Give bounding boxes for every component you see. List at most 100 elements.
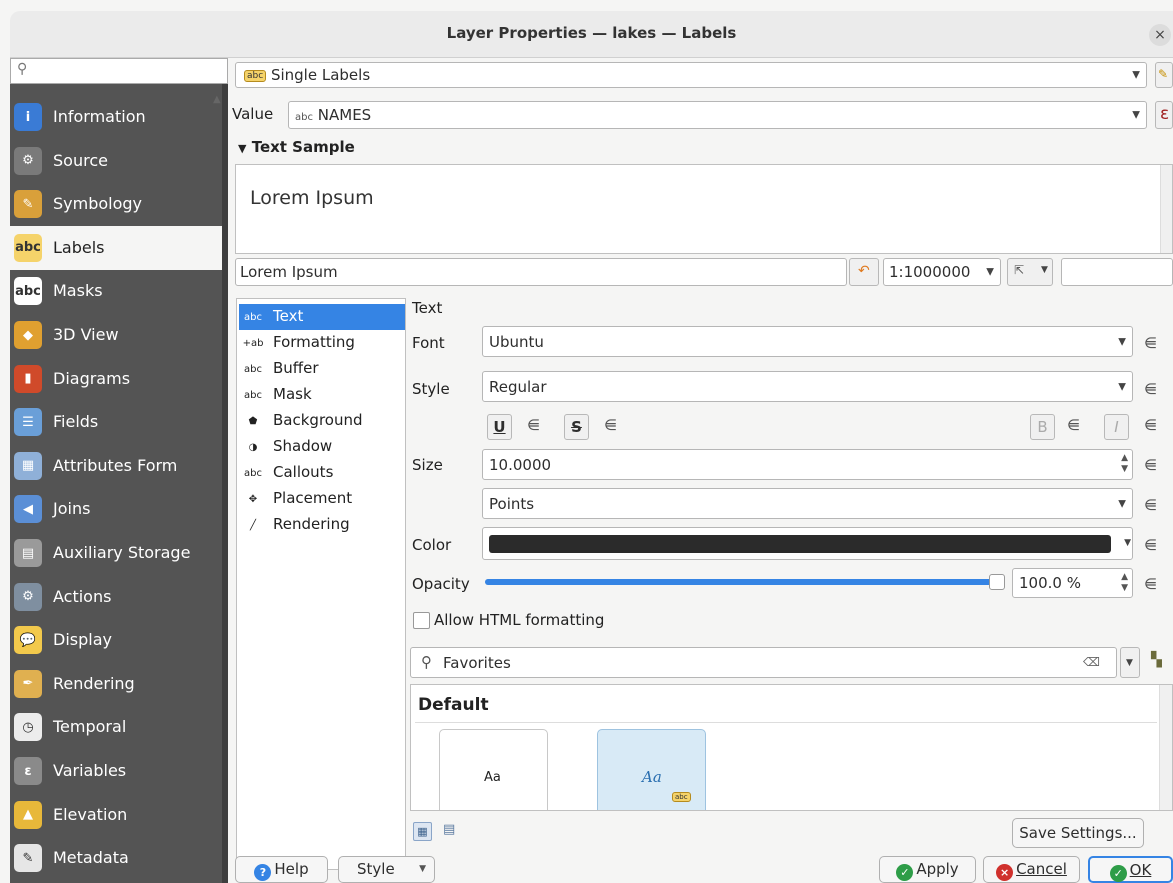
sidebar-item-actions[interactable]: ⚙ Actions bbox=[10, 575, 222, 619]
save-settings-button[interactable]: Save Settings... bbox=[1012, 818, 1144, 848]
text-section-title: Text bbox=[412, 299, 443, 317]
tree-item-formatting[interactable]: +ab Formatting bbox=[239, 330, 405, 356]
tree-item-rendering[interactable]: ╱ Rendering bbox=[239, 512, 405, 538]
style-manager-icon[interactable]: ▚ bbox=[1151, 652, 1162, 668]
ok-button[interactable]: ✓ OK bbox=[1088, 856, 1173, 883]
data-defined-override-icon[interactable]: ⋹ bbox=[1144, 496, 1157, 514]
apply-button[interactable]: ✓ Apply bbox=[879, 856, 976, 883]
epsilon-icon: ε bbox=[1160, 104, 1170, 124]
expression-button[interactable]: ε bbox=[1155, 101, 1173, 129]
check-icon: ✓ bbox=[896, 864, 914, 881]
labels-mode-combo[interactable]: abc Single Labels ▼ bbox=[235, 62, 1147, 88]
data-defined-override-icon[interactable]: ⋹ bbox=[1144, 575, 1157, 593]
font-combo[interactable]: Ubuntu ▼ bbox=[482, 326, 1133, 357]
spin-arrows-icon[interactable]: ▲ ▼ bbox=[1121, 572, 1128, 594]
bold-button[interactable]: B bbox=[1030, 414, 1055, 440]
sidebar-item-metadata[interactable]: ✎ Metadata bbox=[10, 836, 222, 880]
cancel-button[interactable]: × Cancel bbox=[983, 856, 1080, 883]
opacity-slider-handle[interactable] bbox=[989, 574, 1005, 590]
italic-button[interactable]: I bbox=[1104, 414, 1129, 440]
close-icon[interactable]: × bbox=[1149, 24, 1171, 46]
data-defined-override-icon[interactable]: ⋹ bbox=[1144, 416, 1157, 434]
chevron-down-icon: ▼ bbox=[986, 266, 994, 278]
sidebar-item-display[interactable]: 💬 Display bbox=[10, 618, 222, 662]
underline-button[interactable]: U bbox=[487, 414, 512, 440]
tree-item-mask[interactable]: abc Mask bbox=[239, 382, 405, 408]
sidebar-item-symbology[interactable]: ✎ Symbology bbox=[10, 182, 222, 226]
sidebar-item-joins[interactable]: ◀ Joins bbox=[10, 487, 222, 531]
sidebar-item-rendering[interactable]: ✒ Rendering bbox=[10, 662, 222, 706]
allow-html-checkbox[interactable] bbox=[413, 612, 430, 629]
style-search-input[interactable]: ⚲ Favorites ⌫ bbox=[410, 647, 1117, 678]
color-button[interactable]: ▼ bbox=[482, 527, 1133, 560]
sidebar-item-source[interactable]: ⚙ Source bbox=[10, 139, 222, 183]
sidebar-item-fields[interactable]: ☰ Fields bbox=[10, 400, 222, 444]
background-color-combo[interactable] bbox=[1061, 258, 1173, 286]
data-defined-override-icon[interactable]: ⋹ bbox=[527, 416, 540, 434]
sample-text-input[interactable]: Lorem Ipsum bbox=[235, 258, 847, 286]
sidebar-item-temporal[interactable]: ◷ Temporal bbox=[10, 705, 222, 749]
preview-text: Lorem Ipsum bbox=[250, 187, 374, 209]
tree-item-buffer[interactable]: abc Buffer bbox=[239, 356, 405, 382]
sidebar-search-input[interactable]: ⚲ bbox=[10, 58, 228, 84]
data-defined-override-icon[interactable]: ⋹ bbox=[1144, 334, 1157, 352]
pick-scale-button[interactable]: ⇱ ▼ bbox=[1007, 258, 1053, 286]
auxiliary-storage-icon: ▤ bbox=[14, 539, 42, 567]
sidebar-item-auxiliary-storage[interactable]: ▤ Auxiliary Storage bbox=[10, 531, 222, 575]
scale-combo[interactable]: 1:1000000 ▼ bbox=[883, 258, 1001, 286]
gallery-scrollbar[interactable] bbox=[1159, 685, 1172, 810]
sidebar-scrollbar[interactable] bbox=[222, 84, 228, 883]
style-menu-button[interactable]: Style ▼ bbox=[338, 856, 435, 883]
list-view-icon[interactable]: ▤ bbox=[443, 822, 455, 837]
color-swatch bbox=[489, 535, 1111, 553]
sidebar-item-elevation[interactable]: ▲ Elevation bbox=[10, 793, 222, 837]
tree-item-background[interactable]: ⬟ Background bbox=[239, 408, 405, 434]
value-field-combo[interactable]: abc NAMES ▼ bbox=[288, 101, 1147, 129]
data-defined-override-icon[interactable]: ⋹ bbox=[1144, 456, 1157, 474]
sidebar-item-3d-view[interactable]: ◆ 3D View bbox=[10, 313, 222, 357]
sidebar-item-masks[interactable]: abc Masks bbox=[10, 269, 222, 313]
collapse-arrow-icon: ▼ bbox=[238, 142, 247, 155]
sidebar-item-attributes-form[interactable]: ▦ Attributes Form bbox=[10, 444, 222, 488]
icon-view-icon[interactable]: ▦ bbox=[413, 822, 432, 841]
sidebar-item-variables[interactable]: ε Variables bbox=[10, 749, 222, 793]
opacity-slider[interactable] bbox=[485, 574, 1005, 590]
style-filter-dropdown[interactable]: ▼ bbox=[1120, 647, 1140, 678]
sidebar-item-labels[interactable]: abc Labels bbox=[10, 225, 222, 270]
label-tools-button[interactable]: ✎ bbox=[1155, 62, 1173, 88]
sidebar-item-diagrams[interactable]: ▮ Diagrams bbox=[10, 357, 222, 401]
style-group-title: Default bbox=[418, 695, 489, 715]
style-card-selected[interactable]: Aa abc bbox=[597, 729, 706, 810]
labels-icon: abc bbox=[14, 233, 42, 262]
paint-icon: ✎ bbox=[1158, 67, 1169, 81]
check-icon: ✓ bbox=[1109, 865, 1127, 882]
tree-item-callouts[interactable]: abc Callouts bbox=[239, 460, 405, 486]
data-defined-override-icon[interactable]: ⋹ bbox=[604, 416, 617, 434]
data-defined-override-icon[interactable]: ⋹ bbox=[1144, 380, 1157, 398]
callouts-icon: abc bbox=[244, 467, 262, 479]
help-button[interactable]: ? Help bbox=[235, 856, 328, 883]
sidebar-item-information[interactable]: i Information bbox=[10, 95, 222, 139]
preview-scrollbar[interactable] bbox=[1160, 165, 1172, 253]
style-combo[interactable]: Regular ▼ bbox=[482, 371, 1133, 402]
spin-arrows-icon[interactable]: ▲ ▼ bbox=[1121, 453, 1128, 475]
tree-item-text[interactable]: abc Text bbox=[239, 304, 405, 330]
size-unit-combo[interactable]: Points ▼ bbox=[482, 488, 1133, 519]
font-value: Ubuntu bbox=[489, 333, 544, 351]
text-sample-header[interactable]: ▼ Text Sample bbox=[238, 138, 355, 156]
size-spinbox[interactable]: 10.0000 ▲ ▼ bbox=[482, 449, 1133, 480]
data-defined-override-icon[interactable]: ⋹ bbox=[1067, 416, 1080, 434]
opacity-spinbox[interactable]: 100.0 % ▲ ▼ bbox=[1012, 568, 1133, 598]
data-defined-override-icon[interactable]: ⋹ bbox=[1144, 536, 1157, 554]
text-sample-preview: Lorem Ipsum bbox=[235, 164, 1173, 254]
tree-item-placement[interactable]: ✥ Placement bbox=[239, 486, 405, 512]
group-divider bbox=[415, 722, 1157, 723]
strikeout-button[interactable]: S bbox=[564, 414, 589, 440]
style-card-default[interactable]: Aa bbox=[439, 729, 548, 810]
sidebar-item-label: Diagrams bbox=[53, 368, 131, 388]
reset-sample-button[interactable]: ↶ bbox=[849, 258, 879, 286]
tree-item-shadow[interactable]: ◑ Shadow bbox=[239, 434, 405, 460]
main-scroll-up-icon[interactable]: ▲ bbox=[213, 94, 221, 105]
labels-mode-value: Single Labels bbox=[270, 66, 371, 84]
clear-icon[interactable]: ⌫ bbox=[1083, 655, 1100, 669]
